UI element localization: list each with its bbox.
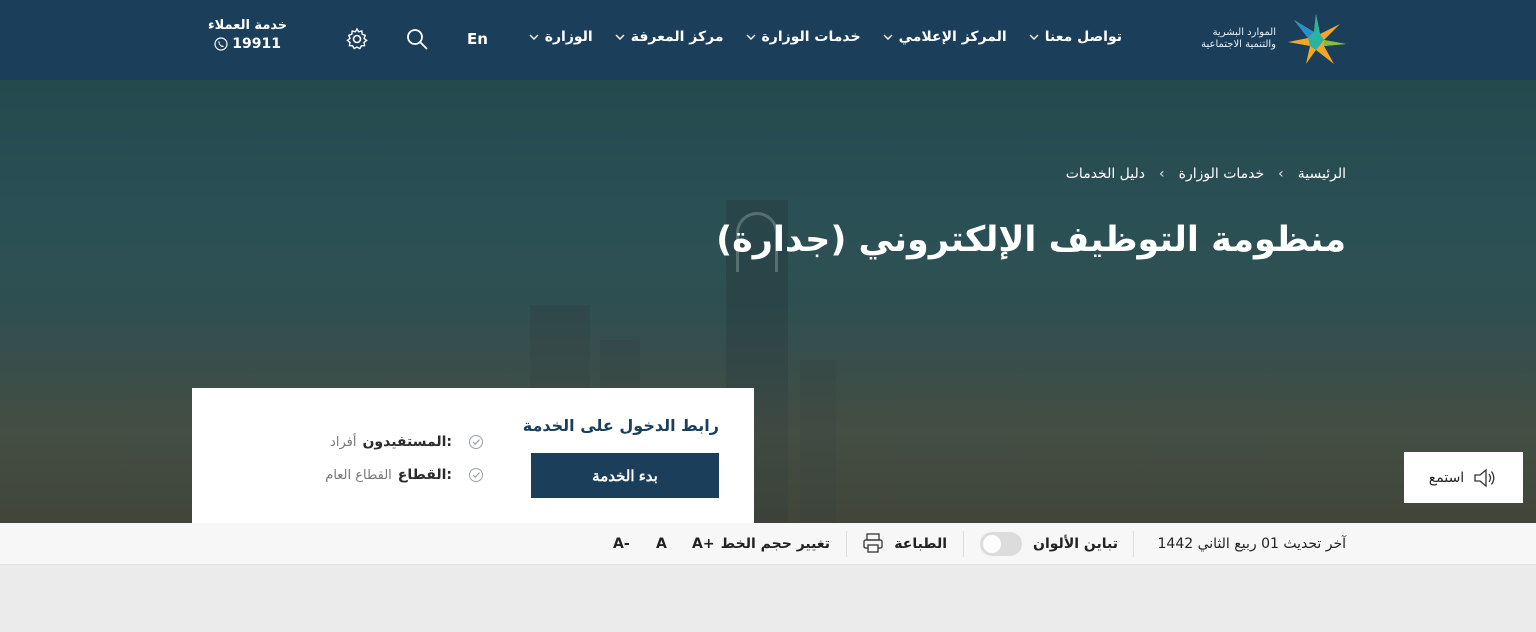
- breadcrumb-home[interactable]: الرئيسية: [1298, 166, 1346, 182]
- toolbar-divider: [1133, 531, 1134, 557]
- ministry-logo[interactable]: الموارد البشرية والتنمية الاجتماعية: [1180, 12, 1348, 66]
- nav-item-ministry[interactable]: الوزارة: [529, 29, 593, 45]
- listen-label: استمع: [1428, 469, 1465, 486]
- language-switch[interactable]: En: [467, 30, 488, 48]
- beneficiaries-label: المستفيدون:: [362, 434, 452, 450]
- font-normal-button[interactable]: A: [656, 523, 667, 565]
- service-card: رابط الدخول على الخدمة بدء الخدمة المستف…: [192, 388, 754, 523]
- sector-value: القطاع العام: [325, 467, 392, 483]
- nav-label: المركز الإعلامي: [898, 29, 1007, 45]
- chevron-left-icon: ‹: [1159, 166, 1165, 182]
- breadcrumb-services-guide[interactable]: دليل الخدمات: [1066, 166, 1145, 182]
- sector-row: القطاع: القطاع العام: [325, 467, 484, 483]
- check-circle-icon: [469, 435, 483, 449]
- last-update-text: آخر تحديث 01 ربيع الثاني 1442: [1157, 536, 1346, 552]
- font-increase-button[interactable]: A+: [692, 523, 715, 565]
- nav-label: خدمات الوزارة: [761, 29, 861, 45]
- chevron-down-icon: [746, 34, 756, 40]
- print-label[interactable]: الطباعة: [894, 523, 947, 565]
- toggle-knob: [983, 535, 1001, 553]
- customer-service-label: خدمة العملاء: [208, 18, 288, 33]
- color-contrast-label: تباين الألوان: [1033, 536, 1118, 552]
- nav-item-contact-us[interactable]: تواصل معنا: [1029, 29, 1122, 45]
- nav-item-ministry-services[interactable]: خدمات الوزارة: [746, 29, 861, 45]
- logo-line-2: والتنمية الاجتماعية: [1201, 39, 1276, 50]
- nav-label: مركز المعرفة: [630, 29, 724, 45]
- chevron-down-icon: [615, 34, 625, 40]
- font-decrease-button[interactable]: A-: [613, 523, 630, 565]
- customer-service-number-row: 19911: [208, 36, 287, 52]
- chevron-down-icon: [883, 34, 893, 40]
- phone-icon: [214, 37, 228, 51]
- chevron-down-icon: [529, 34, 539, 40]
- logo-text: الموارد البشرية والتنمية الاجتماعية: [1180, 27, 1276, 51]
- start-service-button[interactable]: بدء الخدمة: [531, 453, 719, 498]
- sector-label: القطاع:: [397, 467, 452, 483]
- chevron-down-icon: [1029, 34, 1039, 40]
- printer-icon[interactable]: [861, 531, 885, 555]
- check-circle-icon: [469, 468, 483, 482]
- listen-button[interactable]: استمع: [1404, 452, 1523, 503]
- chevron-left-icon: ‹: [1278, 166, 1284, 182]
- color-contrast-toggle[interactable]: [980, 532, 1022, 556]
- breadcrumb: الرئيسية ‹ خدمات الوزارة ‹ دليل الخدمات: [1066, 166, 1346, 182]
- nav-item-knowledge-center[interactable]: مركز المعرفة: [615, 29, 724, 45]
- customer-service[interactable]: خدمة العملاء 19911: [208, 18, 287, 52]
- beneficiaries-value: أفراد: [330, 434, 357, 450]
- nav-label: تواصل معنا: [1044, 29, 1122, 45]
- page-tools-bar: آخر تحديث 01 ربيع الثاني 1442 تباين الأل…: [0, 523, 1536, 565]
- gear-icon[interactable]: [345, 27, 369, 51]
- logo-line-1: الموارد البشرية: [1212, 27, 1276, 38]
- service-link-heading: رابط الدخول على الخدمة: [522, 416, 719, 435]
- customer-service-number: 19911: [232, 36, 281, 52]
- nav-item-media-center[interactable]: المركز الإعلامي: [883, 29, 1007, 45]
- speaker-icon: [1474, 468, 1495, 487]
- breadcrumb-ministry-services[interactable]: خدمات الوزارة: [1179, 166, 1265, 182]
- search-icon[interactable]: [405, 27, 429, 51]
- main-nav: الوزارة مركز المعرفة خدمات الوزارة المرك…: [529, 29, 1122, 45]
- beneficiaries-row: المستفيدون: أفراد: [330, 434, 484, 450]
- toolbar-divider: [963, 531, 964, 557]
- page-title: منظومة التوظيف الإلكتروني (جدارة): [716, 220, 1346, 260]
- toolbar-divider: [846, 531, 847, 557]
- top-header: الموارد البشرية والتنمية الاجتماعية الوز…: [0, 0, 1536, 80]
- font-size-label: تغيير حجم الخط: [720, 536, 830, 552]
- nav-label: الوزارة: [544, 29, 593, 45]
- logo-star-icon: [1288, 14, 1346, 64]
